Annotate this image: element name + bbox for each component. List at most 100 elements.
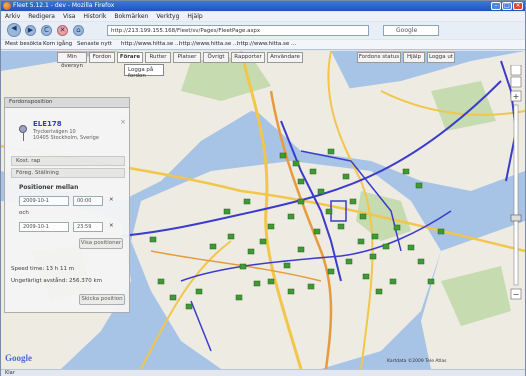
vehicle-marker[interactable] — [227, 233, 235, 240]
menu-hjalp[interactable]: Hjälp — [183, 12, 206, 21]
vehicle-marker[interactable] — [362, 273, 370, 280]
tab-logga-ut[interactable]: Logga ut — [427, 52, 455, 63]
forward-icon[interactable]: ▶ — [25, 25, 36, 36]
vehicle-marker[interactable] — [393, 224, 401, 231]
vehicle-marker[interactable] — [267, 278, 275, 285]
vehicle-marker[interactable] — [292, 160, 300, 167]
vehicle-marker[interactable] — [327, 268, 335, 275]
vehicle-marker[interactable] — [415, 182, 423, 189]
vehicle-marker[interactable] — [185, 303, 193, 310]
vehicle-marker[interactable] — [325, 208, 333, 215]
bookmark-item[interactable]: http://www.hitta.se ... — [179, 41, 238, 47]
vehicle-marker[interactable] — [402, 168, 410, 175]
menu-historik[interactable]: Historik — [79, 12, 110, 21]
vehicle-marker[interactable] — [287, 213, 295, 220]
vehicle-marker[interactable] — [417, 258, 425, 265]
vehicle-marker[interactable] — [279, 152, 287, 159]
vehicle-marker[interactable] — [342, 173, 350, 180]
close-icon[interactable]: × — [119, 119, 127, 127]
vehicle-marker[interactable] — [247, 248, 255, 255]
vehicle-marker[interactable] — [223, 208, 231, 215]
bookmark-item[interactable]: http://www.hitta.se ... — [237, 41, 296, 47]
menu-bokmarken[interactable]: Bokmärken — [110, 12, 152, 21]
vehicle-marker[interactable] — [337, 223, 345, 230]
bookmark-item[interactable]: Senaste nytt — [77, 41, 112, 47]
clear-icon[interactable]: ✕ — [109, 197, 114, 203]
vehicle-marker[interactable] — [195, 288, 203, 295]
vehicle-marker[interactable] — [359, 213, 367, 220]
vehicle-marker[interactable] — [297, 246, 305, 253]
tab-anvandare[interactable]: Användare — [267, 52, 303, 63]
vehicle-marker[interactable] — [313, 228, 321, 235]
from-time-field[interactable]: 00:00 — [73, 196, 103, 206]
tab-fordon[interactable]: Fordon — [89, 52, 115, 63]
menu-arkiv[interactable]: Arkiv — [1, 12, 24, 21]
vehicle-marker[interactable] — [157, 278, 165, 285]
vehicle-marker[interactable] — [235, 294, 243, 301]
vehicle-marker[interactable] — [243, 198, 251, 205]
vehicle-marker[interactable] — [382, 243, 390, 250]
vehicle-marker[interactable] — [327, 148, 335, 155]
maximize-button[interactable]: □ — [502, 2, 512, 10]
bookmark-item[interactable]: Kom igång — [43, 41, 72, 47]
tab-hjalp[interactable]: Hjälp — [403, 52, 425, 63]
pan-down-button[interactable] — [510, 76, 522, 88]
from-date-field[interactable]: 2009-10-1 — [19, 196, 69, 206]
vehicle-marker[interactable] — [239, 263, 247, 270]
back-icon[interactable]: ◀ — [7, 23, 21, 37]
tab-min-oversyn[interactable]: Min översyn — [57, 52, 87, 69]
tab-fordons-status[interactable]: Fordons status — [357, 52, 401, 63]
vehicle-marker[interactable] — [437, 228, 445, 235]
vehicle-id[interactable]: ELE178 — [33, 120, 62, 128]
vehicle-marker[interactable] — [349, 198, 357, 205]
vehicle-marker[interactable] — [369, 253, 377, 260]
row-previous-positions[interactable]: Föreg. Ställning — [11, 168, 125, 178]
vehicle-marker[interactable] — [407, 244, 415, 251]
url-field[interactable]: http://213.199.155.168/Fleet/sv/Pages/Fl… — [107, 25, 369, 36]
show-positions-button[interactable]: Visa positioner — [79, 238, 123, 249]
menu-visa[interactable]: Visa — [59, 12, 79, 21]
minimize-button[interactable]: – — [491, 2, 501, 10]
menu-verktyg[interactable]: Verktyg — [152, 12, 183, 21]
zoom-slider-handle[interactable] — [510, 214, 522, 222]
vehicle-marker[interactable] — [297, 178, 305, 185]
vehicle-marker[interactable] — [267, 223, 275, 230]
vehicle-marker[interactable] — [169, 294, 177, 301]
to-time-field[interactable]: 23:59 — [73, 222, 103, 232]
reload-icon[interactable]: C — [41, 25, 52, 36]
send-position-button[interactable]: Skicka position — [79, 294, 125, 305]
stop-icon[interactable]: ✕ — [57, 25, 68, 36]
vehicle-marker[interactable] — [259, 238, 267, 245]
home-icon[interactable]: ⌂ — [73, 25, 84, 36]
vehicle-marker[interactable] — [309, 168, 317, 175]
vehicle-dropdown-menu[interactable]: Logga på fordon — [124, 64, 164, 79]
vehicle-marker[interactable] — [345, 258, 353, 265]
menu-redigera[interactable]: Redigera — [24, 12, 59, 21]
vehicle-marker[interactable] — [375, 288, 383, 295]
bookmark-item[interactable]: http://www.hitta.se ... — [121, 41, 180, 47]
bookmark-item[interactable]: Mest besökta — [5, 41, 42, 47]
pan-up-button[interactable] — [510, 65, 522, 76]
tab-rutter[interactable]: Rutter — [145, 52, 171, 63]
vehicle-marker[interactable] — [297, 198, 305, 205]
vehicle-marker[interactable] — [307, 283, 315, 290]
tab-forare[interactable]: Förare — [117, 52, 143, 63]
tab-platser[interactable]: Platser — [173, 52, 201, 63]
vehicle-marker[interactable] — [287, 288, 295, 295]
vehicle-marker[interactable] — [371, 233, 379, 240]
vehicle-marker[interactable] — [209, 243, 217, 250]
zoom-slider-track[interactable] — [513, 104, 519, 286]
tab-ovrigt[interactable]: Övrigt — [203, 52, 229, 63]
vehicle-marker[interactable] — [149, 236, 157, 243]
vehicle-marker[interactable] — [283, 262, 291, 269]
vehicle-marker[interactable] — [357, 238, 365, 245]
close-window-button[interactable]: × — [513, 2, 523, 10]
vehicle-marker[interactable] — [253, 280, 261, 287]
tab-rapporter[interactable]: Rapporter — [231, 52, 265, 63]
search-input[interactable]: Google — [383, 25, 439, 36]
to-date-field[interactable]: 2009-10-1 — [19, 222, 69, 232]
vehicle-marker[interactable] — [427, 278, 435, 285]
vehicle-marker[interactable] — [317, 188, 325, 195]
vehicle-marker[interactable] — [389, 278, 397, 285]
clear-icon[interactable]: ✕ — [109, 223, 114, 229]
